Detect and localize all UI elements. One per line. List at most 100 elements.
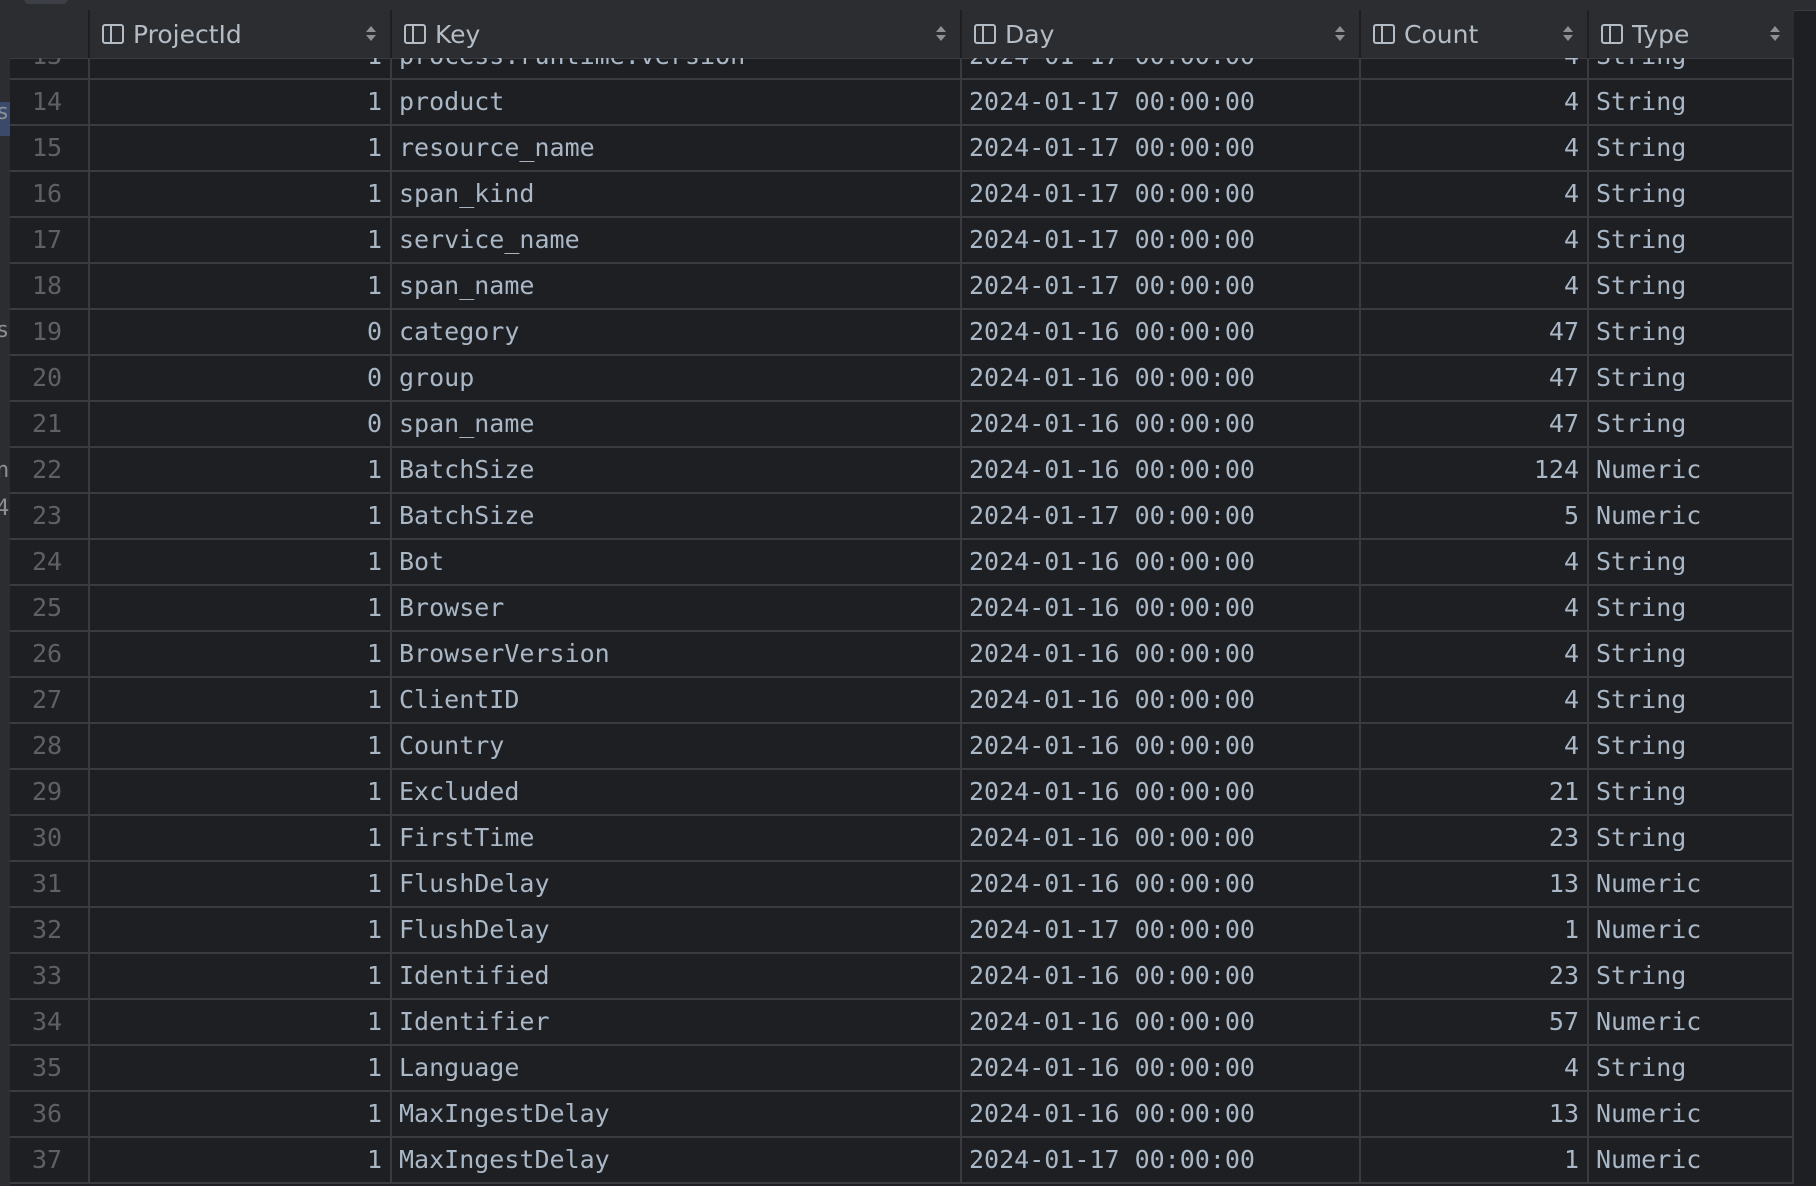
cell-day[interactable]: 2024-01-17 00:00:00: [960, 1138, 1359, 1182]
sort-icon[interactable]: [936, 24, 946, 44]
cell-projectid[interactable]: 0: [88, 310, 390, 354]
table-row[interactable]: 22 1 BatchSize 2024-01-16 00:00:00 124 Numeri…: [10, 448, 1794, 494]
cell-key[interactable]: BatchSize: [390, 448, 960, 492]
cell-day[interactable]: 2024-01-16 00:00:00: [960, 540, 1359, 584]
row-number[interactable]: 27: [10, 678, 88, 722]
cell-type[interactable]: Numeric: [1587, 1138, 1794, 1182]
cell-key[interactable]: process.runtime.version: [390, 58, 960, 78]
table-row[interactable]: 24 1 Bot 2024-01-16 00:00:00 4 String: [10, 540, 1794, 586]
cell-key[interactable]: span_kind: [390, 172, 960, 216]
cell-key[interactable]: FirstTime: [390, 816, 960, 860]
cell-key[interactable]: span_name: [390, 264, 960, 308]
cell-day[interactable]: 2024-01-16 00:00:00: [960, 1000, 1359, 1044]
cell-day[interactable]: 2024-01-17 00:00:00: [960, 80, 1359, 124]
cell-type[interactable]: Numeric: [1587, 1000, 1794, 1044]
cell-key[interactable]: Excluded: [390, 770, 960, 814]
cell-key[interactable]: Browser: [390, 586, 960, 630]
cell-type[interactable]: String: [1587, 218, 1794, 262]
cell-projectid[interactable]: 1: [88, 264, 390, 308]
cell-projectid[interactable]: 1: [88, 1092, 390, 1136]
cell-count[interactable]: 57: [1359, 1000, 1587, 1044]
cell-type[interactable]: String: [1587, 632, 1794, 676]
cell-count[interactable]: 5: [1359, 494, 1587, 538]
cell-day[interactable]: 2024-01-16 00:00:00: [960, 770, 1359, 814]
row-number[interactable]: 19: [10, 310, 88, 354]
cell-projectid[interactable]: 0: [88, 402, 390, 446]
cell-day[interactable]: 2024-01-16 00:00:00: [960, 632, 1359, 676]
cell-projectid[interactable]: 1: [88, 126, 390, 170]
table-row[interactable]: 37 1 MaxIngestDelay 2024-01-17 00:00:00 1 Num…: [10, 1138, 1794, 1184]
cell-day[interactable]: 2024-01-16 00:00:00: [960, 1092, 1359, 1136]
table-row[interactable]: 16 1 span_kind 2024-01-17 00:00:00 4 String: [10, 172, 1794, 218]
cell-type[interactable]: Numeric: [1587, 862, 1794, 906]
row-number[interactable]: 18: [10, 264, 88, 308]
cell-type[interactable]: String: [1587, 80, 1794, 124]
table-row[interactable]: 27 1 ClientID 2024-01-16 00:00:00 4 String: [10, 678, 1794, 724]
table-row[interactable]: 20 0 group 2024-01-16 00:00:00 47 String: [10, 356, 1794, 402]
cell-type[interactable]: String: [1587, 126, 1794, 170]
cell-count[interactable]: 4: [1359, 172, 1587, 216]
toolbar-tab[interactable]: [24, 0, 68, 4]
table-row[interactable]: 34 1 Identifier 2024-01-16 00:00:00 57 Numeri…: [10, 1000, 1794, 1046]
column-header-type[interactable]: Type: [1587, 10, 1794, 58]
row-number[interactable]: 33: [10, 954, 88, 998]
cell-count[interactable]: 4: [1359, 632, 1587, 676]
row-number[interactable]: 22: [10, 448, 88, 492]
cell-projectid[interactable]: 1: [88, 218, 390, 262]
cell-count[interactable]: 13: [1359, 862, 1587, 906]
row-number[interactable]: 31: [10, 862, 88, 906]
cell-key[interactable]: MaxIngestDelay: [390, 1138, 960, 1182]
cell-projectid[interactable]: 1: [88, 494, 390, 538]
cell-key[interactable]: resource_name: [390, 126, 960, 170]
table-row[interactable]: 23 1 BatchSize 2024-01-17 00:00:00 5 Numeric: [10, 494, 1794, 540]
cell-projectid[interactable]: 1: [88, 1046, 390, 1090]
cell-day[interactable]: 2024-01-16 00:00:00: [960, 356, 1359, 400]
table-row[interactable]: 33 1 Identified 2024-01-16 00:00:00 23 String: [10, 954, 1794, 1000]
cell-projectid[interactable]: 1: [88, 770, 390, 814]
cell-day[interactable]: 2024-01-16 00:00:00: [960, 954, 1359, 998]
table-row[interactable]: 31 1 FlushDelay 2024-01-16 00:00:00 13 Numeri…: [10, 862, 1794, 908]
cell-count[interactable]: 124: [1359, 448, 1587, 492]
cell-key[interactable]: product: [390, 80, 960, 124]
sort-icon[interactable]: [1335, 24, 1345, 44]
cell-day[interactable]: 2024-01-16 00:00:00: [960, 678, 1359, 722]
cell-projectid[interactable]: 1: [88, 540, 390, 584]
cell-count[interactable]: 1: [1359, 1138, 1587, 1182]
table-row[interactable]: 35 1 Language 2024-01-16 00:00:00 4 String: [10, 1046, 1794, 1092]
cell-projectid[interactable]: 1: [88, 172, 390, 216]
cell-day[interactable]: 2024-01-16 00:00:00: [960, 816, 1359, 860]
cell-projectid[interactable]: 1: [88, 816, 390, 860]
row-number[interactable]: 34: [10, 1000, 88, 1044]
cell-day[interactable]: 2024-01-17 00:00:00: [960, 264, 1359, 308]
row-number[interactable]: 26: [10, 632, 88, 676]
row-number[interactable]: 23: [10, 494, 88, 538]
row-number[interactable]: 37: [10, 1138, 88, 1182]
cell-projectid[interactable]: 1: [88, 1138, 390, 1182]
cell-key[interactable]: BatchSize: [390, 494, 960, 538]
cell-type[interactable]: String: [1587, 356, 1794, 400]
row-number[interactable]: 29: [10, 770, 88, 814]
table-row[interactable]: 131process.runtime.version2024-01-17 00:…: [10, 58, 1794, 80]
cell-key[interactable]: span_name: [390, 402, 960, 446]
column-header-day[interactable]: Day: [960, 10, 1359, 58]
row-number[interactable]: 32: [10, 908, 88, 952]
table-row[interactable]: 30 1 FirstTime 2024-01-16 00:00:00 23 String: [10, 816, 1794, 862]
cell-key[interactable]: Bot: [390, 540, 960, 584]
cell-projectid[interactable]: 1: [88, 80, 390, 124]
row-number[interactable]: 30: [10, 816, 88, 860]
table-row[interactable]: 17 1 service_name 2024-01-17 00:00:00 4 Strin…: [10, 218, 1794, 264]
cell-count[interactable]: 4: [1359, 678, 1587, 722]
cell-count[interactable]: 23: [1359, 816, 1587, 860]
cell-key[interactable]: ClientID: [390, 678, 960, 722]
cell-day[interactable]: 2024-01-16 00:00:00: [960, 724, 1359, 768]
row-number[interactable]: 14: [10, 80, 88, 124]
cell-day[interactable]: 2024-01-16 00:00:00: [960, 862, 1359, 906]
table-row[interactable]: 25 1 Browser 2024-01-16 00:00:00 4 String: [10, 586, 1794, 632]
cell-type[interactable]: String: [1587, 770, 1794, 814]
cell-key[interactable]: service_name: [390, 218, 960, 262]
cell-projectid[interactable]: 1: [88, 586, 390, 630]
cell-type[interactable]: String: [1587, 1046, 1794, 1090]
cell-day[interactable]: 2024-01-17 00:00:00: [960, 172, 1359, 216]
row-number[interactable]: 24: [10, 540, 88, 584]
cell-type[interactable]: String: [1587, 58, 1794, 78]
